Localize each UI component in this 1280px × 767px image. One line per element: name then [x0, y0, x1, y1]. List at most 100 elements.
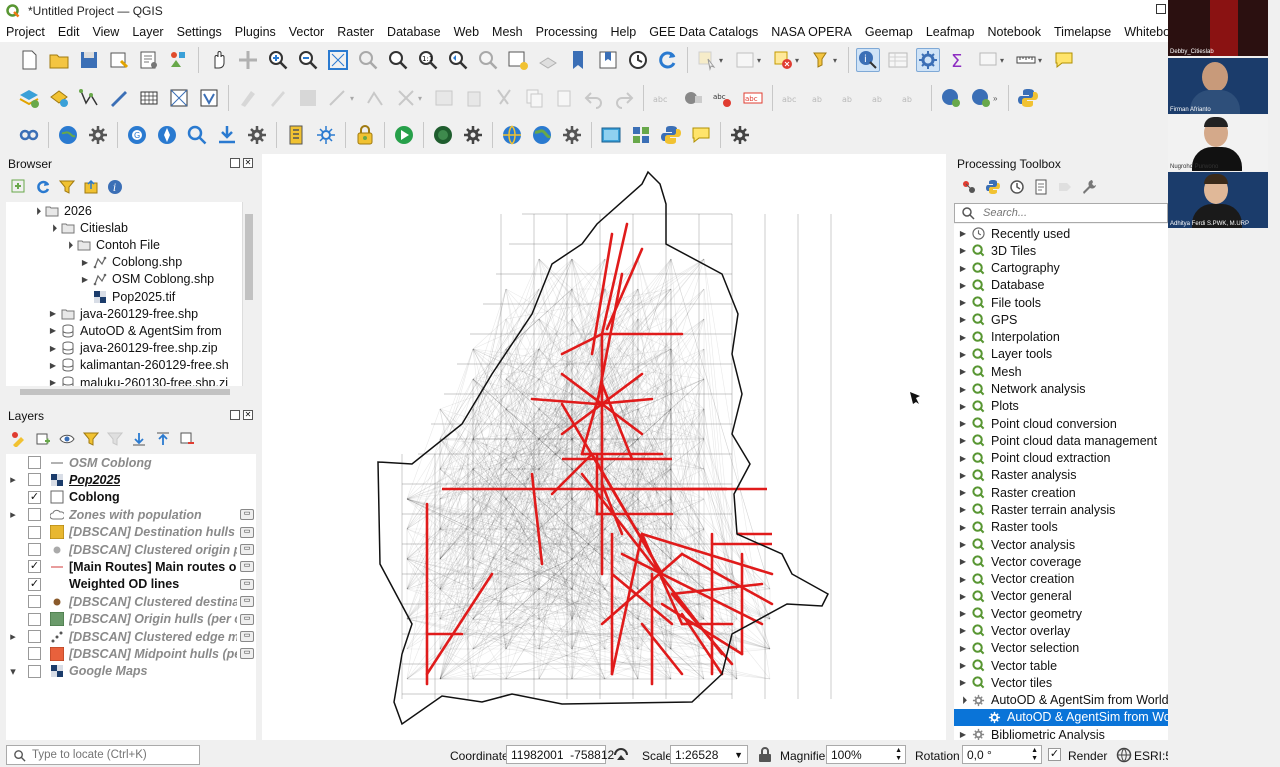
- python-plugin-icon[interactable]: [659, 123, 683, 147]
- menu-nasa-opera[interactable]: NASA OPERA: [771, 25, 852, 39]
- gear-plugin-3-icon[interactable]: [560, 123, 584, 147]
- new-3d-view-icon[interactable]: [536, 48, 560, 72]
- cut-features-icon[interactable]: [492, 86, 516, 110]
- zoom-in-icon[interactable]: [266, 48, 290, 72]
- browser-item[interactable]: ▶ java-260129-free.shp.zip: [48, 340, 218, 357]
- style-manager-icon[interactable]: [167, 48, 191, 72]
- chevron-right-icon[interactable]: ▶: [958, 246, 968, 255]
- add-selected-layers-icon[interactable]: [10, 178, 28, 196]
- collapse-all-layers-icon[interactable]: [154, 430, 172, 448]
- filter-by-expression-icon[interactable]: [106, 430, 124, 448]
- new-layer-icon[interactable]: [47, 86, 71, 110]
- layer-indicator-icon[interactable]: ▭: [240, 526, 254, 538]
- statistics-icon[interactable]: Σ: [946, 48, 970, 72]
- menu-view[interactable]: View: [92, 25, 119, 39]
- layer-indicator-icon[interactable]: ▭: [240, 631, 254, 642]
- timelapse-plugin-icon[interactable]: [629, 123, 653, 147]
- add-raster-layer-icon[interactable]: [107, 86, 131, 110]
- wms-layer-icon[interactable]: [939, 86, 963, 110]
- close-panel-icon[interactable]: ✕: [243, 158, 253, 168]
- menu-raster[interactable]: Raster: [337, 25, 374, 39]
- crs-globe-icon[interactable]: [1116, 747, 1132, 763]
- processing-search-box[interactable]: [954, 203, 1168, 223]
- run-plugin-icon[interactable]: [392, 123, 416, 147]
- attribute-table-icon[interactable]: [886, 48, 910, 72]
- layer-item[interactable]: [DBSCAN] Origin hulls (per clu ▭: [8, 611, 256, 628]
- menu-settings[interactable]: Settings: [177, 25, 222, 39]
- chevron-right-icon[interactable]: ▶: [958, 730, 968, 739]
- show-hide-labels-icon[interactable]: ab: [810, 86, 834, 110]
- chevron-right-icon[interactable]: ▶: [958, 385, 968, 394]
- scale-field[interactable]: 1:26528 ▼: [670, 745, 748, 764]
- identify-icon[interactable]: i: [856, 48, 880, 72]
- gear-plugin-icon[interactable]: [86, 123, 110, 147]
- history-icon[interactable]: [1008, 178, 1026, 196]
- zoom-to-selection-icon[interactable]: [356, 48, 380, 72]
- chevron-right-icon[interactable]: ▶: [958, 229, 968, 238]
- layer-indicator-icon[interactable]: ▭: [240, 648, 254, 660]
- browser-hscrollbar[interactable]: [6, 386, 255, 398]
- map-canvas[interactable]: [262, 154, 946, 740]
- menu-edit[interactable]: Edit: [58, 25, 80, 39]
- chevron-right-icon[interactable]: ▶: [48, 326, 58, 335]
- wfs-layer-icon[interactable]: [969, 86, 993, 110]
- add-point-cloud-icon[interactable]: [167, 86, 191, 110]
- chevron-right-icon[interactable]: ▶: [48, 361, 58, 370]
- float-panel-icon[interactable]: [230, 410, 240, 420]
- new-print-layout-icon[interactable]: [107, 48, 131, 72]
- chevron-right-icon[interactable]: ▶: [958, 626, 968, 635]
- manage-visibility-icon[interactable]: [58, 430, 76, 448]
- magnifier-field[interactable]: 100% ▲ ▼: [826, 745, 906, 764]
- collapse-all-icon[interactable]: [82, 178, 100, 196]
- text-annotation-icon[interactable]: [1052, 48, 1076, 72]
- results-viewer-icon[interactable]: [1032, 178, 1050, 196]
- chevron-down-icon[interactable]: ◢: [47, 221, 60, 234]
- expand-all-icon[interactable]: [130, 430, 148, 448]
- browser-item[interactable]: Pop2025.tif: [80, 288, 175, 305]
- chevron-right-icon[interactable]: ▶: [958, 661, 968, 670]
- render-checkbox[interactable]: ✓: [1048, 748, 1061, 761]
- modify-attributes-icon[interactable]: [394, 86, 418, 110]
- chevron-right-icon[interactable]: ▶: [80, 275, 90, 284]
- layer-item[interactable]: [DBSCAN] Clustered destinatio ▭: [8, 593, 256, 610]
- lock-scale-icon[interactable]: [758, 747, 772, 763]
- maximize-icon[interactable]: [1156, 4, 1166, 14]
- chevron-right-icon[interactable]: ▶: [958, 350, 968, 359]
- chevron-right-icon[interactable]: ▶: [958, 454, 968, 463]
- options-wrench-icon[interactable]: [1080, 178, 1098, 196]
- new-project-icon[interactable]: [17, 48, 41, 72]
- locator-input[interactable]: [32, 749, 192, 761]
- menu-database[interactable]: Database: [387, 25, 441, 39]
- layer-styling-icon[interactable]: [10, 430, 28, 448]
- geemap-globe-icon[interactable]: [500, 123, 524, 147]
- map-render[interactable]: [262, 154, 946, 740]
- layer-item[interactable]: ▸ Pop2025: [8, 471, 256, 488]
- add-vector-layer-icon[interactable]: [77, 86, 101, 110]
- layer-visibility-checkbox[interactable]: ✓: [28, 577, 41, 591]
- layer-indicator-icon[interactable]: ▭: [240, 544, 254, 555]
- chevron-right-icon[interactable]: ▶: [958, 264, 968, 273]
- layer-item[interactable]: [DBSCAN] Destination hulls (p ▭: [8, 524, 256, 541]
- chevron-right-icon[interactable]: ▶: [958, 678, 968, 687]
- menu-notebook[interactable]: Notebook: [987, 25, 1041, 39]
- chevron-right-icon[interactable]: ▶: [958, 402, 968, 411]
- zoom-native-icon[interactable]: 1:1: [416, 48, 440, 72]
- float-panel-icon[interactable]: [230, 158, 240, 168]
- coordinate-field[interactable]: 11982001 -758812: [506, 745, 614, 764]
- chevron-right-icon[interactable]: ▶: [958, 592, 968, 601]
- toggle-editing-icon[interactable]: [266, 86, 290, 110]
- save-project-icon[interactable]: [77, 48, 101, 72]
- browser-item[interactable]: ◢ 2026: [32, 202, 92, 219]
- move-label-icon[interactable]: ab: [840, 86, 864, 110]
- pan-to-selection-icon[interactable]: [236, 48, 260, 72]
- chevron-right-icon[interactable]: ▶: [958, 540, 968, 549]
- label-tool-icon[interactable]: abc: [651, 86, 675, 110]
- layer-visibility-checkbox[interactable]: [28, 456, 41, 469]
- redo-icon[interactable]: [612, 86, 636, 110]
- search-plugin-icon[interactable]: [185, 123, 209, 147]
- close-panel-icon[interactable]: ✕: [243, 410, 253, 420]
- list-plugin-icon[interactable]: [284, 123, 308, 147]
- paste-features-icon[interactable]: [552, 86, 576, 110]
- chevron-down-icon[interactable]: ◢: [63, 239, 76, 252]
- pan-map-icon[interactable]: [206, 48, 230, 72]
